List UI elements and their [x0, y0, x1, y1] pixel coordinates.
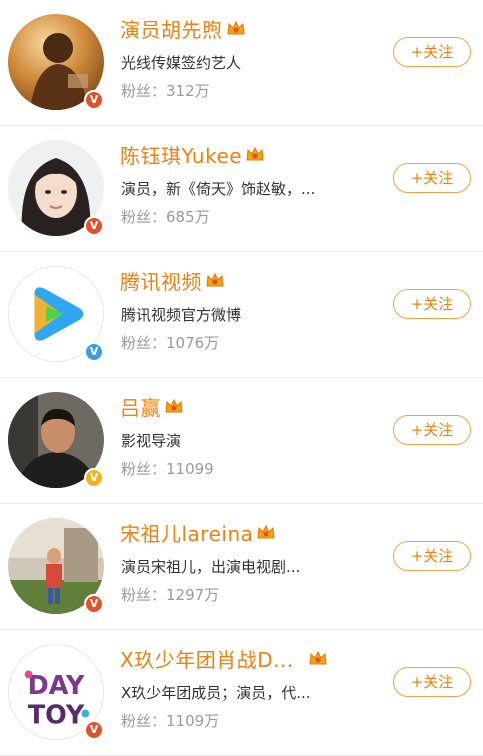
- fans-count: 粉丝：1109万: [121, 712, 220, 730]
- verified-badge-icon: V: [84, 90, 104, 110]
- crown-badge-icon: [309, 650, 327, 665]
- follow-button[interactable]: +关注: [393, 667, 471, 697]
- user-description: X玖少年团成员；演员，代...: [121, 684, 311, 702]
- user-name[interactable]: 宋祖儿lareina: [120, 518, 253, 547]
- svg-text:DAY: DAY: [28, 671, 85, 701]
- list-item[interactable]: V 宋祖儿lareina 演员宋祖儿，出演电视剧... 粉丝：1297万 +关注: [0, 504, 483, 630]
- svg-text:TOY: TOY: [28, 700, 85, 730]
- user-name[interactable]: 吕赢: [120, 392, 161, 421]
- fans-count: 粉丝：1297万: [121, 586, 220, 604]
- follow-list: V 演员胡先煦 光线传媒签约艺人 粉丝：312万 +关注 V 陈钰琪Yukee …: [0, 0, 483, 756]
- verified-badge-icon: V: [84, 468, 104, 488]
- follow-button[interactable]: +关注: [393, 163, 471, 193]
- verified-badge-icon: V: [84, 594, 104, 614]
- crown-badge-icon: [226, 20, 245, 35]
- crown-badge-icon: [257, 524, 275, 539]
- crown-badge-icon: [206, 272, 224, 287]
- verified-badge-icon: V: [84, 720, 104, 740]
- follow-button[interactable]: +关注: [393, 289, 471, 319]
- fans-count: 粉丝：685万: [121, 208, 210, 226]
- user-description: 光线传媒签约艺人: [121, 54, 242, 72]
- crown-badge-icon: [165, 398, 183, 413]
- fans-count: 粉丝：312万: [121, 82, 210, 100]
- user-name[interactable]: 演员胡先煦: [120, 14, 223, 43]
- user-description: 影视导演: [121, 432, 182, 450]
- follow-button[interactable]: +关注: [393, 415, 471, 445]
- verified-badge-icon: V: [84, 342, 104, 362]
- list-item[interactable]: V 陈钰琪Yukee 演员，新《倚天》饰赵敏，... 粉丝：685万 +关注: [0, 126, 483, 252]
- list-item[interactable]: DAY TOY V X玖少年团肖战D... X玖少年团成员；演员，代... 粉丝…: [0, 630, 483, 756]
- user-description: 演员，新《倚天》饰赵敏，...: [121, 180, 316, 198]
- user-name[interactable]: 陈钰琪Yukee: [120, 140, 242, 169]
- crown-badge-icon: [246, 146, 264, 161]
- user-description: 演员宋祖儿，出演电视剧...: [121, 558, 301, 576]
- user-name[interactable]: 腾讯视频: [120, 266, 202, 295]
- list-item[interactable]: V 吕赢 影视导演 粉丝：11099 +关注: [0, 378, 483, 504]
- follow-button[interactable]: +关注: [393, 37, 471, 67]
- list-item[interactable]: V 演员胡先煦 光线传媒签约艺人 粉丝：312万 +关注: [0, 0, 483, 126]
- fans-count: 粉丝：1076万: [121, 334, 220, 352]
- user-name[interactable]: X玖少年团肖战D...: [120, 644, 294, 673]
- fans-count: 粉丝：11099: [121, 460, 214, 478]
- list-item[interactable]: V 腾讯视频 腾讯视频官方微博 粉丝：1076万 +关注: [0, 252, 483, 378]
- verified-badge-icon: V: [84, 216, 104, 236]
- user-description: 腾讯视频官方微博: [121, 306, 242, 324]
- follow-button[interactable]: +关注: [393, 541, 471, 571]
